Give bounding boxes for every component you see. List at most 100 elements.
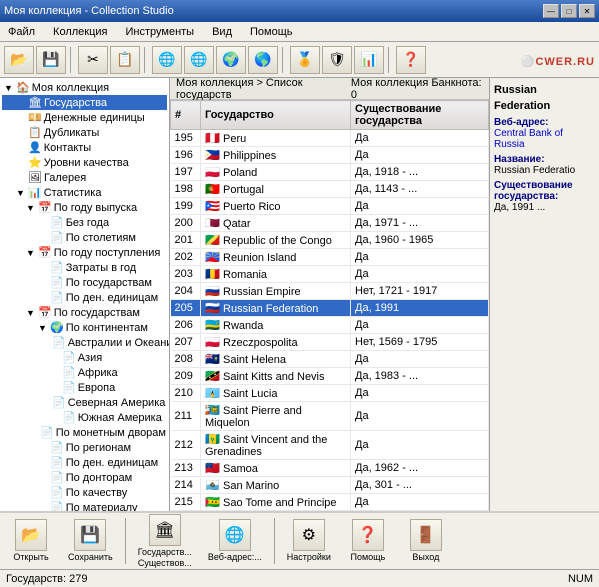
toolbar-copy[interactable]: 📋 [110, 46, 140, 74]
cell-existence: Нет, 1721 - 1917 [351, 283, 489, 300]
tree-item-bymint[interactable]: 📄 По монетным дворам [2, 425, 167, 440]
table-row[interactable]: 205🇷🇺 Russian FederationДа, 1991 [171, 300, 489, 317]
tree-icon-costyear: 📄 [50, 261, 64, 274]
col-header-num[interactable]: # [171, 101, 201, 130]
tree-item-states[interactable]: 🏛 Государства [2, 95, 167, 110]
tree-item-africa[interactable]: 📄 Африка [2, 365, 167, 380]
tree-item-bystate[interactable]: 📄 По государствам [2, 275, 167, 290]
tree-item-byden[interactable]: 📄 По ден. единицам [2, 455, 167, 470]
tree-item-contacts[interactable]: 👤 Контакты [2, 140, 167, 155]
cell-num: 195 [171, 130, 201, 147]
table-row[interactable]: 210🇱🇨 Saint LuciaДа [171, 385, 489, 402]
menu-collection[interactable]: Коллекция [49, 25, 111, 39]
tree-item-stats[interactable]: ▼ 📊 Статистика [2, 185, 167, 200]
table-row[interactable]: 196🇵🇭 PhilippinesДа [171, 147, 489, 164]
toolbar-cut[interactable]: ✂ [78, 46, 108, 74]
tree-item-byregion[interactable]: 📄 По регионам [2, 440, 167, 455]
cell-existence: Да [351, 494, 489, 511]
tree-item-bydonor[interactable]: 📄 По донторам [2, 470, 167, 485]
tree-label-bymint: По монетным дворам [56, 427, 166, 439]
menu-help[interactable]: Помощь [246, 25, 297, 39]
table-row[interactable]: 206🇷🇼 RwandaДа [171, 317, 489, 334]
cell-name: 🇵🇲 Saint Pierre and Miquelon [201, 402, 351, 431]
table-row[interactable]: 208🇸🇭 Saint HelenaДа [171, 351, 489, 368]
toolbar-globe4[interactable]: 🌎 [248, 46, 278, 74]
tree-item-gallery[interactable]: 🖼 Галерея [2, 170, 167, 185]
table-row[interactable]: 198🇵🇹 PortugalДа, 1143 - ... [171, 181, 489, 198]
bottom-btn-web[interactable]: 🌐 Веб-адрес:... [202, 517, 268, 565]
expand-root[interactable]: ▼ [4, 83, 14, 93]
toolbar-help[interactable]: ❓ [396, 46, 426, 74]
tree-item-europe[interactable]: 📄 Европа [2, 380, 167, 395]
table-row[interactable]: 201🇨🇬 Republic of the CongoДа, 1960 - 19… [171, 232, 489, 249]
tree-item-noyear[interactable]: 📄 Без года [2, 215, 167, 230]
tree-label-currency: Денежные единицы [44, 112, 145, 124]
table-row[interactable]: 209🇰🇳 Saint Kitts and NevisДа, 1983 - ..… [171, 368, 489, 385]
table-row[interactable]: 215🇸🇹 Sao Tome and PrincipeДа [171, 494, 489, 511]
cell-existence: Да, 1960 - 1965 [351, 232, 489, 249]
menu-view[interactable]: Вид [208, 25, 236, 39]
toolbar-globe2[interactable]: 🌐 [184, 46, 214, 74]
table-row[interactable]: 211🇵🇲 Saint Pierre and MiquelonДа [171, 402, 489, 431]
bottom-btn-open[interactable]: 📂 Открыть [4, 517, 58, 565]
center-panel: Моя коллекция > Список государств Моя ко… [170, 78, 489, 511]
tree-item-costyear[interactable]: 📄 Затраты в год [2, 260, 167, 275]
table-row[interactable]: 214🇸🇲 San MarinoДа, 301 - ... [171, 477, 489, 494]
tree-icon-byden: 📄 [50, 456, 64, 469]
table-row[interactable]: 202🇷🇪 Reunion IslandДа [171, 249, 489, 266]
table-row[interactable]: 197🇵🇱 PolandДа, 1918 - ... [171, 164, 489, 181]
toolbar-sep1 [70, 47, 74, 73]
table-row[interactable]: 200🇶🇦 QatarДа, 1971 - ... [171, 215, 489, 232]
table-row[interactable]: 195🇵🇪 PeruДа [171, 130, 489, 147]
table-row[interactable]: 204🇷🇺 Russian EmpireНет, 1721 - 1917 [171, 283, 489, 300]
tree-item-byadmit[interactable]: ▼ 📅 По году поступления [2, 245, 167, 260]
col-header-existence[interactable]: Существование государства [351, 101, 489, 130]
bottom-btn-save[interactable]: 💾 Сохранить [62, 517, 119, 565]
toolbar-globe3[interactable]: 🌍 [216, 46, 246, 74]
toolbar-shield[interactable]: 🛡 [322, 46, 352, 74]
tree-item-bycont[interactable]: ▼ 🌍 По континентам [2, 320, 167, 335]
web-value[interactable]: Central Bank of Russia [494, 128, 595, 150]
bottom-btn-states[interactable]: 🏛 Государств...Существов... [132, 512, 198, 571]
data-table[interactable]: # Государство Существование государства … [170, 100, 489, 511]
bottom-btn-help[interactable]: ❓ Помощь [341, 517, 395, 565]
table-row[interactable]: 207🇵🇱 RzeczpospolitaНет, 1569 - 1795 [171, 334, 489, 351]
minimize-button[interactable]: — [543, 4, 559, 18]
tree-icon-bymint: 📄 [40, 426, 54, 439]
toolbar-save[interactable]: 💾 [36, 46, 66, 74]
table-row[interactable]: 213🇼🇸 SamoaДа, 1962 - ... [171, 460, 489, 477]
tree-item-southam[interactable]: 📄 Южная Америка [2, 410, 167, 425]
col-header-state[interactable]: Государство [201, 101, 351, 130]
table-row[interactable]: 216🇸🇦 Saudi ArabiaДа, 1932 - ... [171, 511, 489, 512]
tree-item-byquality[interactable]: 📄 По качеству [2, 485, 167, 500]
cell-num: 209 [171, 368, 201, 385]
table-row[interactable]: 212🇻🇨 Saint Vincent and the GrenadinesДа [171, 431, 489, 460]
maximize-button[interactable]: □ [561, 4, 577, 18]
toolbar-medal[interactable]: 🏅 [290, 46, 320, 74]
tree-item-quality[interactable]: ⭐ Уровни качества [2, 155, 167, 170]
table-row[interactable]: 203🇷🇴 RomaniaДа [171, 266, 489, 283]
table-row[interactable]: 199🇵🇷 Puerto RicoДа [171, 198, 489, 215]
tree-item-dupes[interactable]: 📋 Дубликаты [2, 125, 167, 140]
tree-item-bymaterial[interactable]: 📄 По материалу [2, 500, 167, 511]
tree-icon-byyear: 📅 [38, 201, 52, 214]
tree-item-asia[interactable]: 📄 Азия [2, 350, 167, 365]
tree-item-root[interactable]: ▼ 🏠 Моя коллекция [2, 80, 167, 95]
tree-item-ausoce[interactable]: 📄 Австралии и Океании [2, 335, 167, 350]
menu-file[interactable]: Файл [4, 25, 39, 39]
toolbar-open[interactable]: 📂 [4, 46, 34, 74]
menu-tools[interactable]: Инструменты [122, 25, 199, 39]
tree-item-bymoney[interactable]: 📄 По ден. единицам [2, 290, 167, 305]
help-label: Помощь [350, 552, 385, 563]
tree-item-centuries[interactable]: 📄 По столетиям [2, 230, 167, 245]
tree-item-northam[interactable]: 📄 Северная Америка [2, 395, 167, 410]
tree-item-currency[interactable]: 💴 Денежные единицы [2, 110, 167, 125]
close-button[interactable]: ✕ [579, 4, 595, 18]
bottom-btn-exit[interactable]: 🚪 Выход [399, 517, 453, 565]
tree-label-gallery: Галерея [44, 172, 86, 184]
toolbar-stats[interactable]: 📊 [354, 46, 384, 74]
bottom-btn-settings[interactable]: ⚙ Настройки [281, 517, 337, 565]
tree-item-byyear[interactable]: ▼ 📅 По году выпуска [2, 200, 167, 215]
toolbar-globe1[interactable]: 🌐 [152, 46, 182, 74]
tree-item-bystates2[interactable]: ▼ 📅 По государствам [2, 305, 167, 320]
